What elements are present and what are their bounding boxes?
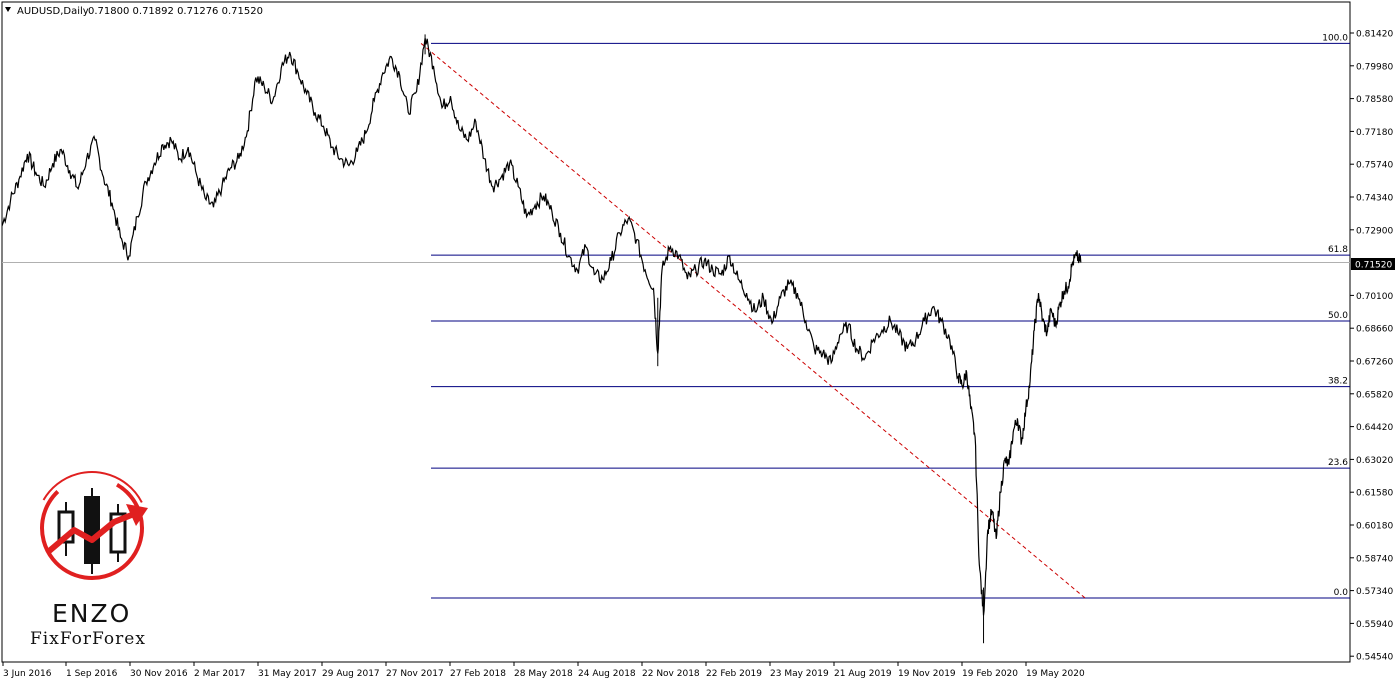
y-axis: 0.81420 0.79980 0.78580 0.77180 0.75740 0.743…: [1350, 30, 1393, 663]
x-tick-label: 19 Feb 2020: [962, 669, 1018, 679]
y-tick-label: 0.67260: [1356, 358, 1393, 368]
y-tick-label: 0.81420: [1356, 30, 1393, 40]
y-tick-label: 0.68660: [1356, 325, 1393, 335]
y-tick-label: 0.74340: [1356, 194, 1393, 204]
x-tick-label: 19 May 2020: [1026, 669, 1085, 679]
y-tick-label: 0.60180: [1356, 522, 1393, 532]
fib-level-label: 50.0: [1328, 311, 1348, 321]
x-tick-label: 23 May 2019: [770, 669, 829, 679]
x-tick-label: 27 Feb 2018: [450, 669, 506, 679]
x-tick-label: 19 Nov 2019: [898, 669, 956, 679]
x-tick-label: 28 May 2018: [514, 669, 573, 679]
fib-level-label: 23.6: [1328, 458, 1348, 468]
x-tick-label: 31 May 2017: [258, 669, 317, 679]
x-tick-label: 1 Sep 2016: [66, 669, 118, 679]
x-tick-label: 22 Feb 2019: [706, 669, 762, 679]
fib-level-label: 100.0: [1322, 33, 1348, 43]
x-tick-label: 21 Aug 2019: [834, 669, 892, 679]
y-tick-label: 0.75740: [1356, 161, 1393, 171]
ohlc-values: 0.71800 0.71892 0.71276 0.71520: [88, 6, 263, 17]
x-tick-label: 29 Aug 2017: [322, 669, 380, 679]
x-tick-label: 30 Nov 2016: [130, 669, 188, 679]
current-price-tag: 0.71520: [1351, 258, 1395, 271]
y-tick-label: 0.77180: [1356, 128, 1393, 138]
y-tick-label: 0.79980: [1356, 62, 1393, 72]
y-tick-label: 0.54540: [1356, 653, 1393, 663]
chart-area[interactable]: AUDUSD,Daily 0.71800 0.71892 0.71276 0.7…: [0, 0, 1397, 684]
logo-title: ENZO: [52, 599, 131, 628]
y-tick-label: 0.58740: [1356, 554, 1393, 564]
fib-level-label: 61.8: [1328, 245, 1348, 255]
y-tick-label: 0.78580: [1356, 95, 1393, 105]
x-tick-label: 3 Jun 2016: [3, 669, 52, 679]
y-tick-label: 0.65820: [1356, 390, 1393, 400]
y-tick-label: 0.57340: [1356, 587, 1393, 597]
y-tick-label: 0.63020: [1356, 456, 1393, 466]
x-tick-label: 22 Nov 2018: [642, 669, 700, 679]
fib-level-label: 0.0: [1334, 588, 1349, 598]
logo-subtitle: FixForForex: [30, 629, 146, 649]
y-tick-label: 0.72900: [1356, 226, 1393, 236]
fib-level-label: 38.2: [1328, 377, 1348, 387]
y-tick-label: 0.55940: [1356, 620, 1393, 630]
x-tick-label: 2 Mar 2017: [194, 669, 245, 679]
y-tick-label: 0.70100: [1356, 292, 1393, 302]
y-tick-label: 0.64420: [1356, 423, 1393, 433]
x-tick-label: 27 Nov 2017: [386, 669, 444, 679]
x-tick-label: 24 Aug 2018: [578, 669, 636, 679]
y-tick-label: 0.61580: [1356, 489, 1393, 499]
svg-text:0.71520: 0.71520: [1355, 261, 1392, 271]
plot-frame: [1, 1, 1351, 663]
symbol-label: AUDUSD,Daily: [17, 6, 89, 17]
x-axis: 3 Jun 2016 1 Sep 2016 30 Nov 2016 2 Mar 201…: [2, 662, 1085, 679]
